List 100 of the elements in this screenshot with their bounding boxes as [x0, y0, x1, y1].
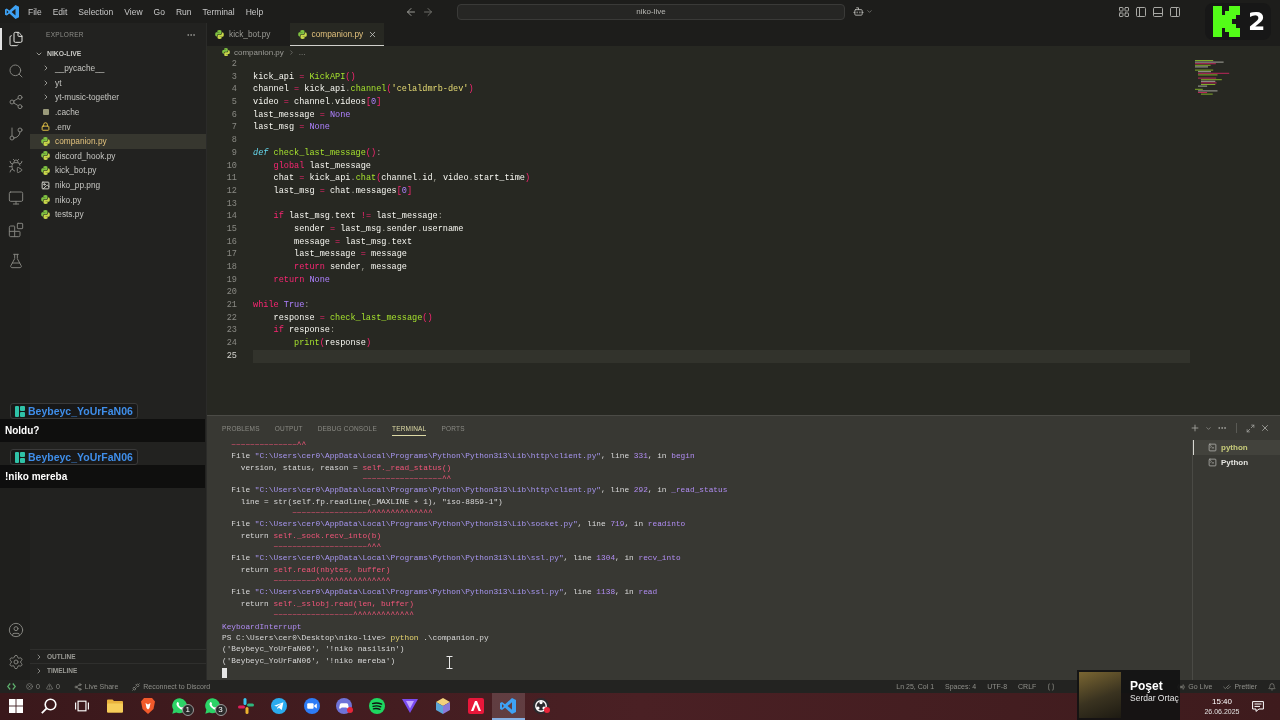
clock-time[interactable]: 15:40 — [1212, 697, 1232, 707]
stacked-windows-icon[interactable] — [75, 698, 89, 713]
close-icon[interactable] — [1260, 423, 1270, 433]
broadcast-icon — [1177, 682, 1186, 691]
file-tree-item[interactable]: niko_pp.png — [30, 177, 206, 193]
username: Beybeyc_YoUrFaN06 — [28, 451, 133, 463]
file-tree-item[interactable]: tests.py — [30, 206, 206, 222]
play-bug-icon[interactable] — [8, 158, 24, 175]
line-number: 8 — [231, 134, 237, 147]
angle-brackets-icon[interactable] — [6, 683, 16, 690]
paper-plane-icon[interactable] — [270, 697, 287, 714]
menu-item[interactable]: Terminal — [202, 4, 235, 19]
chat-message: !niko mereba — [0, 465, 205, 488]
breadcrumb-item[interactable]: companion.py — [234, 47, 284, 57]
file-tree-item[interactable]: __pycache__ — [30, 61, 206, 76]
panel-bottom-icon[interactable] — [1152, 5, 1164, 18]
menu-item[interactable]: Help — [245, 4, 264, 19]
script-file-icon — [297, 29, 307, 39]
file-tree-item[interactable]: companion.py — [30, 133, 206, 149]
script-file-icon — [41, 195, 50, 205]
terminal-icon — [1208, 443, 1217, 452]
double-check-icon — [1223, 682, 1232, 691]
close-icon[interactable] — [368, 29, 378, 39]
pinwheel-icon[interactable] — [237, 697, 254, 714]
search-field[interactable]: niko-live — [457, 3, 845, 20]
user-icon[interactable] — [8, 622, 24, 639]
image-file-icon — [41, 180, 50, 190]
files-icon[interactable] — [8, 30, 24, 47]
share-icon — [73, 682, 82, 691]
video-camera-icon[interactable] — [303, 697, 320, 714]
braces-icon[interactable] — [1047, 682, 1056, 691]
ring-icon[interactable] — [533, 697, 550, 714]
line-number: 22 — [226, 311, 237, 325]
speech-bubble-icon[interactable] — [1252, 701, 1264, 712]
line-number: 13 — [226, 197, 237, 211]
line-number: 16 — [226, 235, 237, 249]
folder-icon[interactable] — [106, 698, 123, 713]
search-icon[interactable] — [41, 697, 58, 714]
script-file-icon — [41, 165, 50, 175]
sound-waves-icon[interactable] — [369, 697, 386, 714]
line-number: 19 — [226, 273, 237, 287]
terminal-session[interactable]: python — [1193, 440, 1280, 455]
file-tree-item[interactable]: yt-music-together — [30, 90, 206, 105]
terminal-icon — [1208, 458, 1217, 467]
code-line: response = check_last_message() — [273, 311, 433, 325]
blocks-icon[interactable] — [8, 221, 24, 238]
line-number: 3 — [231, 70, 237, 84]
four-squares-icon[interactable] — [9, 698, 24, 713]
overlay-count: 2 — [1248, 7, 1266, 36]
cube-icon[interactable] — [435, 697, 450, 714]
file-tree-item[interactable]: discord_hook.py — [30, 148, 206, 164]
menu-item[interactable]: Edit — [52, 4, 68, 19]
block-cursor-icon — [222, 667, 227, 678]
ribbon-icon[interactable] — [500, 697, 517, 714]
menu-item[interactable]: File — [28, 4, 42, 19]
menu-item[interactable]: Run — [175, 4, 192, 19]
script-file-icon — [41, 209, 50, 219]
editor-tab[interactable]: kick_bot.py — [207, 23, 290, 46]
bell-icon[interactable] — [1268, 682, 1276, 691]
gamepad-icon[interactable] — [336, 697, 353, 714]
panel-left-icon[interactable] — [1135, 5, 1147, 18]
photo-placeholder — [1079, 672, 1121, 718]
line-number: 5 — [231, 96, 237, 109]
menu-item[interactable]: Go — [153, 4, 165, 19]
file-tree-item[interactable]: niko.py — [30, 192, 206, 207]
shield-icon[interactable] — [140, 697, 155, 714]
script-file-icon — [222, 48, 230, 56]
file-tree-item[interactable]: kick_bot.py — [30, 163, 206, 178]
flask-icon[interactable] — [8, 253, 24, 270]
terminal-session[interactable]: Python — [1193, 455, 1280, 470]
grid-icon[interactable] — [1118, 5, 1130, 18]
panel-right-icon[interactable] — [1169, 5, 1181, 18]
file-tree-item[interactable]: .cache — [30, 104, 206, 120]
peak-tile-icon[interactable] — [467, 697, 484, 714]
code-line: if last_msg.text != last_message: — [273, 210, 443, 223]
maximize-icon[interactable] — [1246, 423, 1255, 433]
triangle-icon[interactable] — [401, 698, 418, 713]
back-arrow-icon[interactable] — [405, 5, 417, 18]
settings-icon[interactable] — [8, 654, 24, 671]
monitor-icon[interactable] — [8, 189, 24, 206]
code-line: last_msg = None — [253, 121, 330, 135]
file-tree-item[interactable]: .env — [30, 119, 206, 134]
editor-logo-icon — [5, 4, 19, 19]
breadcrumb-item[interactable]: ... — [298, 47, 306, 57]
plus-icon[interactable] — [1190, 423, 1200, 433]
branch-icon[interactable] — [8, 126, 24, 143]
share-icon[interactable] — [8, 94, 24, 111]
chat-bubble-icon[interactable] — [205, 697, 222, 714]
editor-tab[interactable]: companion.py — [289, 23, 385, 46]
line-number: 9 — [231, 146, 237, 160]
menu-item[interactable]: View — [124, 4, 143, 19]
file-tree-item[interactable]: yt — [30, 75, 206, 91]
code-line: if response: — [273, 324, 336, 338]
warning-icon — [45, 683, 53, 690]
chevron-down-icon[interactable] — [866, 8, 873, 15]
code-line: while True: — [253, 299, 310, 312]
line-number: 17 — [226, 248, 237, 261]
bot-icon[interactable] — [853, 6, 864, 17]
menu-item[interactable]: Selection — [78, 4, 114, 19]
badge-icon — [15, 405, 25, 417]
